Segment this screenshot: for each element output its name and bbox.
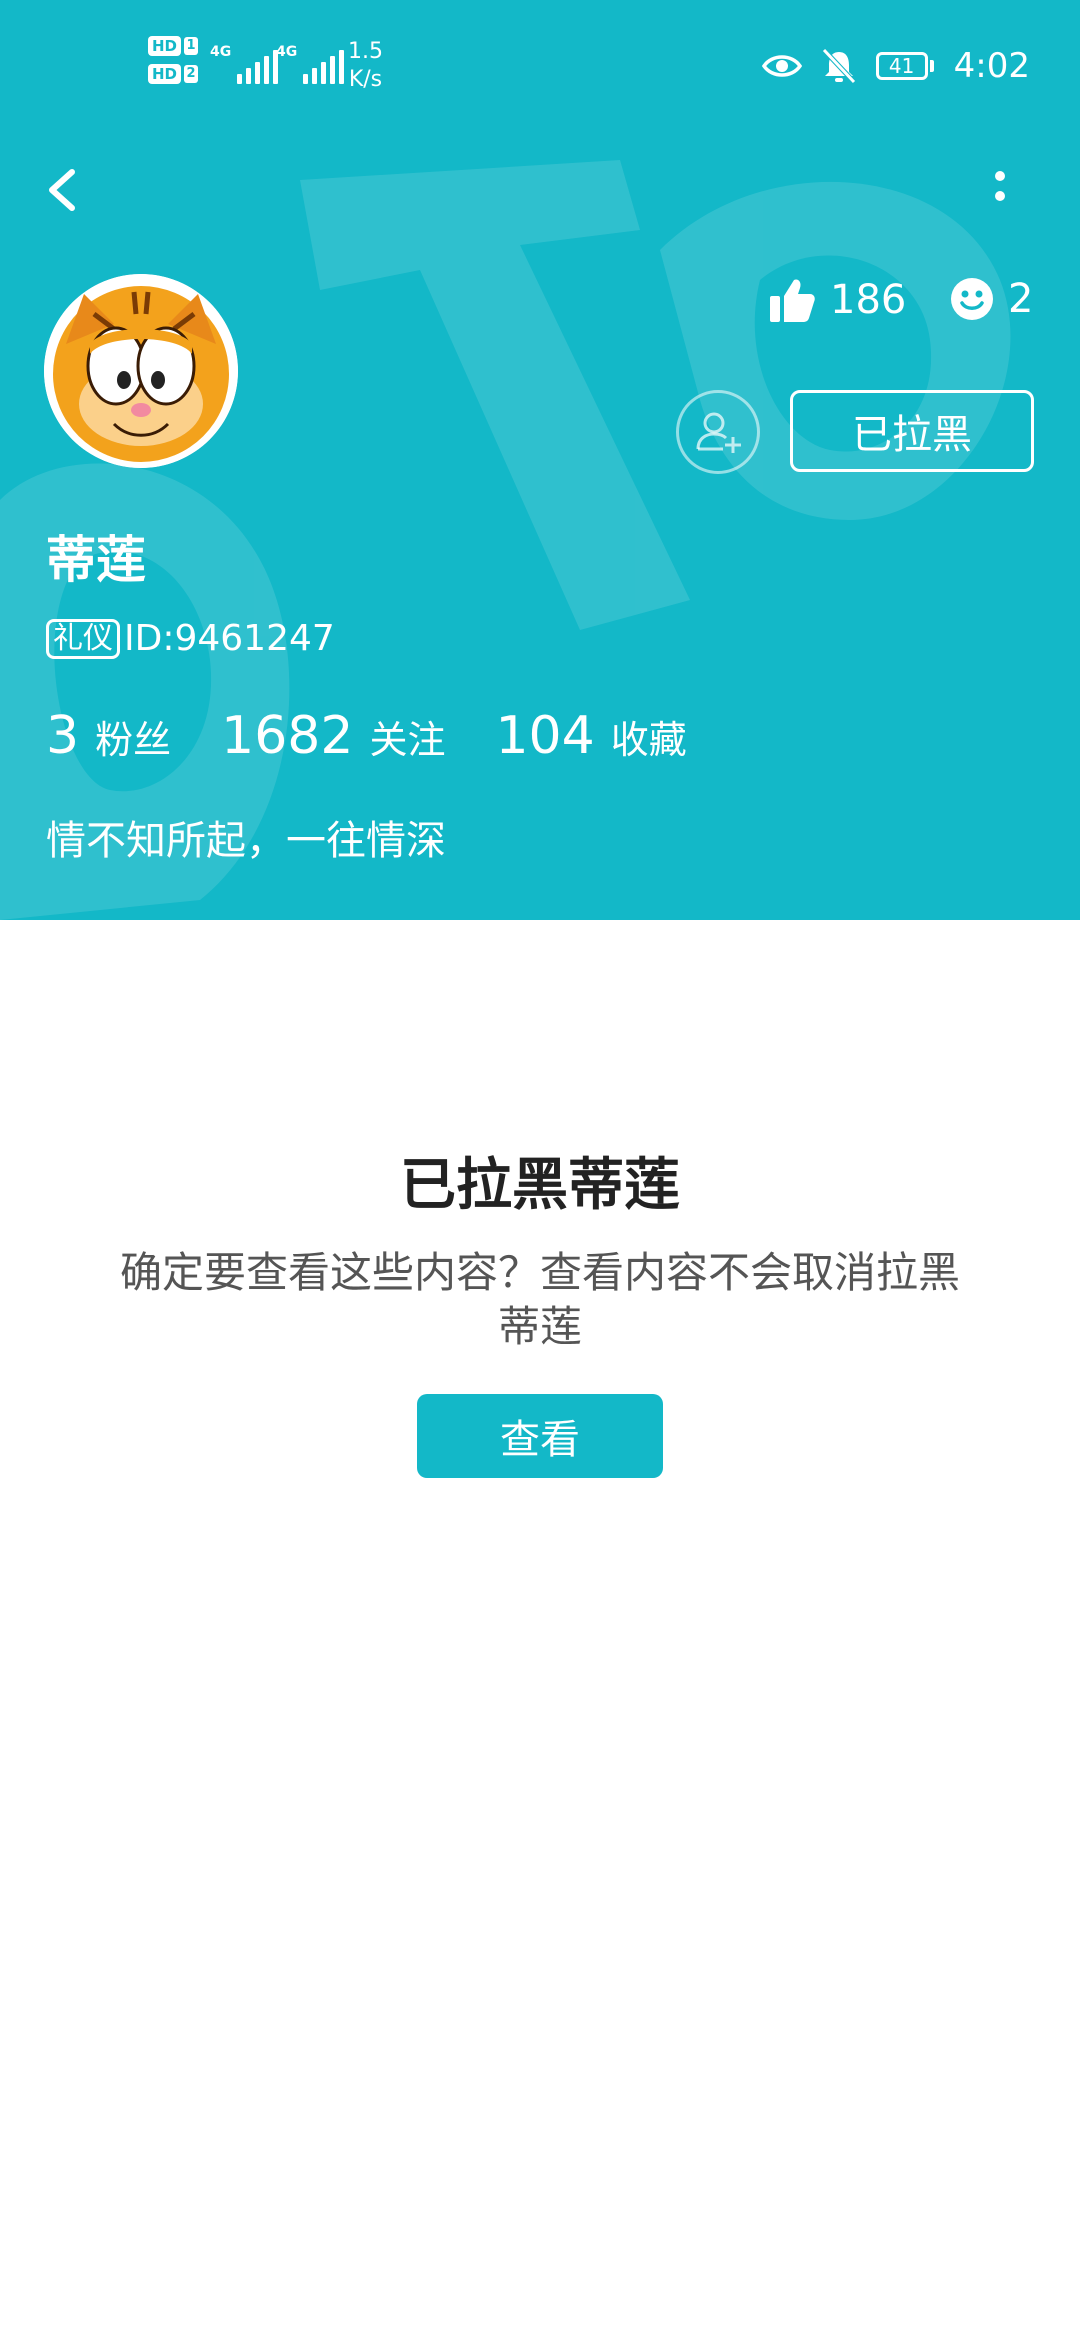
battery-level: 41 <box>888 54 915 78</box>
favorites-label[interactable]: 收藏 <box>611 709 687 764</box>
smiles-stat[interactable]: 2 <box>950 276 1033 322</box>
user-bio: 情不知所起，一往情深 <box>46 818 446 864</box>
blocked-notice-description: 确定要查看这些内容？查看内容不会取消拉黑蒂莲 <box>119 1248 960 1351</box>
smiles-count: 2 <box>1008 276 1034 322</box>
follow-stats: 3 粉丝 1682 关注 104 收藏 <box>46 706 737 766</box>
more-vertical-icon[interactable] <box>980 160 1020 220</box>
user-tag: 礼仪 <box>46 618 120 659</box>
add-friend-button[interactable] <box>676 390 760 474</box>
user-id: ID:9461247 <box>124 618 335 659</box>
hd-badge-2: HD <box>148 64 182 84</box>
signal-2-icon: 4G <box>276 44 345 84</box>
speed-unit: K/s <box>348 67 383 92</box>
avatar[interactable] <box>44 274 238 468</box>
fans-label[interactable]: 粉丝 <box>95 709 171 764</box>
garfield-avatar-icon <box>44 274 238 468</box>
network-type-1: 4G <box>210 44 232 60</box>
likes-count: 186 <box>830 277 907 323</box>
view-content-button[interactable]: 查看 <box>417 1394 663 1478</box>
sim-slot-2: 2 <box>184 65 199 83</box>
following-count[interactable]: 1682 <box>221 706 353 766</box>
status-bar: HD 1 HD 2 4G 4G 1.5 K/s 41 4:02 <box>0 0 1080 130</box>
fans-count[interactable]: 3 <box>46 706 79 766</box>
add-user-icon <box>696 412 741 453</box>
id-row: 礼仪 ID:9461247 <box>46 618 335 659</box>
smile-face-icon <box>951 278 993 320</box>
clock: 4:02 <box>953 46 1030 86</box>
thumbs-up-icon <box>770 279 815 322</box>
hd-badge-1: HD <box>148 36 182 56</box>
likes-stat[interactable]: 186 <box>768 276 906 324</box>
sim-indicators: HD 1 HD 2 <box>148 36 200 92</box>
signal-1-icon: 4G <box>210 44 279 84</box>
profile-header: HD 1 HD 2 4G 4G 1.5 K/s 41 4:02 186 2 已拉… <box>0 0 1080 920</box>
status-right: 41 4:02 <box>761 46 1030 86</box>
following-label[interactable]: 关注 <box>369 709 445 764</box>
blocked-button[interactable]: 已拉黑 <box>790 390 1034 472</box>
back-arrow-icon[interactable] <box>40 160 90 220</box>
eye-icon <box>761 55 802 77</box>
sim-slot-1: 1 <box>184 37 199 55</box>
bell-off-icon <box>821 48 856 84</box>
network-speed: 1.5 K/s <box>348 38 383 94</box>
username: 蒂莲 <box>46 531 146 589</box>
favorites-count[interactable]: 104 <box>495 706 594 766</box>
speed-value: 1.5 <box>348 39 383 64</box>
battery-icon: 41 <box>875 52 934 80</box>
network-type-2: 4G <box>276 44 298 60</box>
blocked-notice-title: 已拉黑蒂莲 <box>400 1153 680 1218</box>
